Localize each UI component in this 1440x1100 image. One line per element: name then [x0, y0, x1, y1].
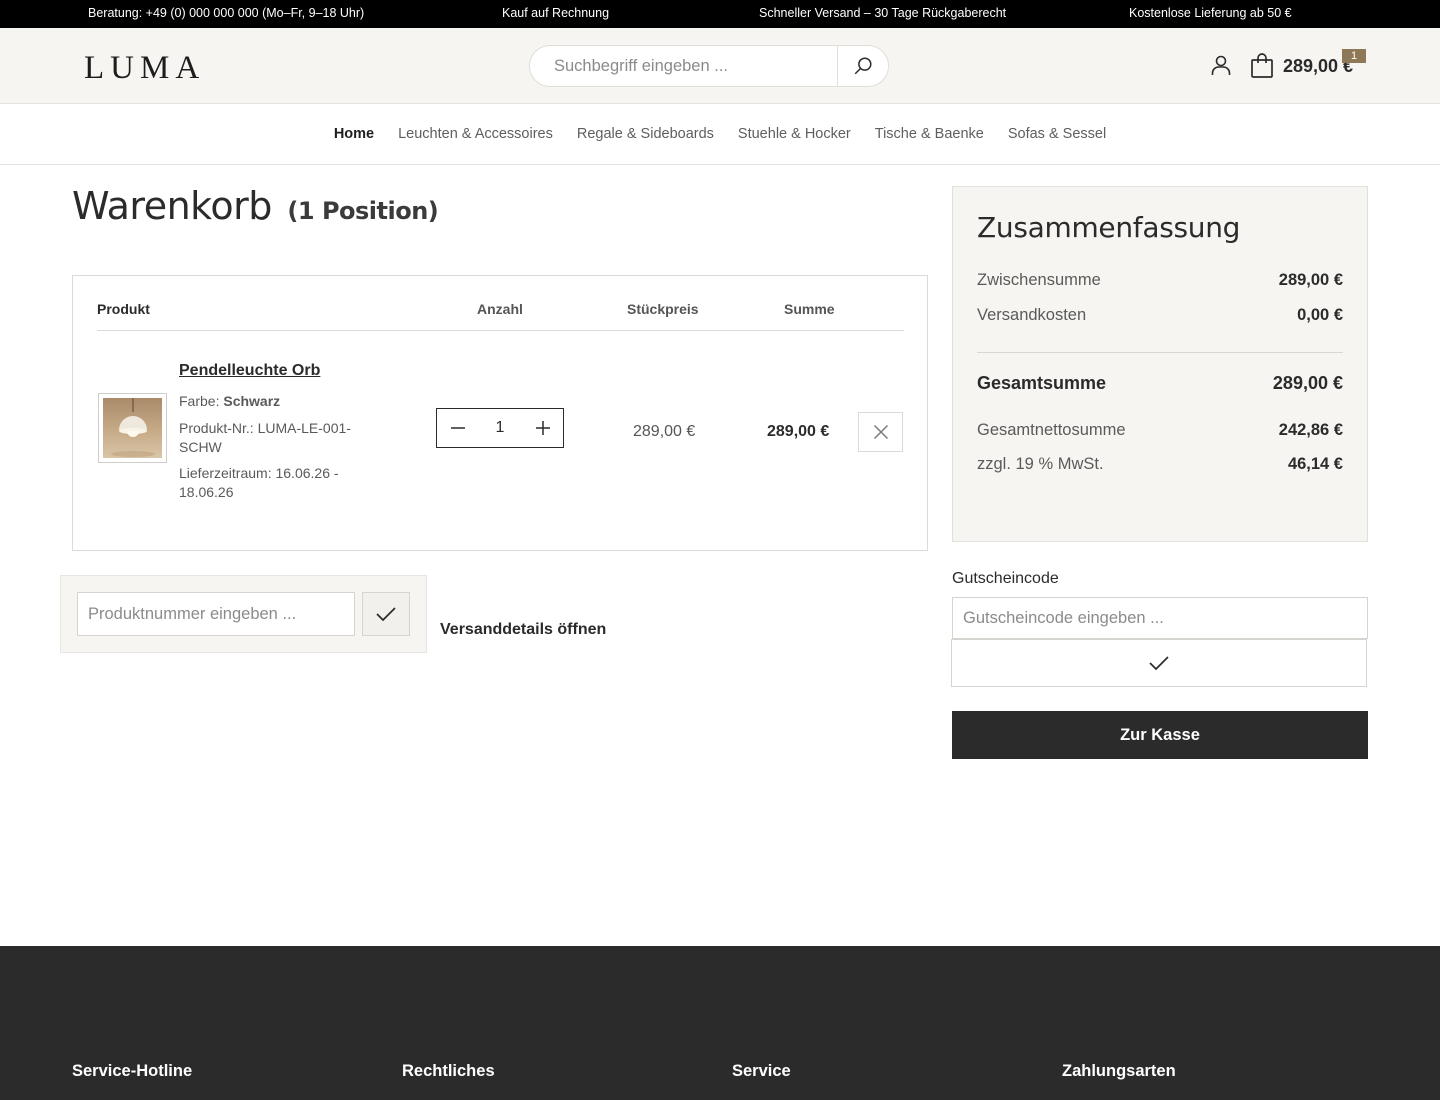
unit-price: 289,00 €	[633, 423, 696, 440]
product-name-link[interactable]: Pendelleuchte Orb	[179, 362, 320, 380]
logo[interactable]: LUMA	[84, 50, 205, 87]
footer-heading-hotline: Service-Hotline	[72, 1062, 193, 1080]
summary-grand-total-row: Gesamtsumme 289,00 €	[977, 373, 1343, 394]
increase-quantity-button[interactable]	[522, 409, 563, 447]
nav-item-sofas[interactable]: Sofas & Sessel	[1008, 126, 1106, 142]
checkmark-icon	[376, 607, 396, 622]
column-header-quantity: Anzahl	[477, 301, 523, 317]
column-header-product: Produkt	[97, 301, 150, 317]
net-total-value: 242,86 €	[1278, 421, 1343, 439]
product-delivery-time: Lieferzeitraum: 16.06.26 - 18.06.26	[179, 465, 339, 500]
product-image[interactable]	[98, 393, 167, 463]
cart-position-count: (1 Position)	[287, 197, 439, 225]
shipping-cost-label: Versandkosten	[977, 306, 1087, 324]
summary-net-row: Gesamtnettosumme 242,86 €	[977, 421, 1343, 440]
site-footer: Service-Hotline Rechtliches Service Zahl…	[0, 946, 1440, 1100]
search-input[interactable]	[530, 46, 838, 86]
minus-icon	[450, 427, 465, 429]
subtotal-value: 289,00 €	[1278, 271, 1343, 289]
quantity-input[interactable]	[478, 409, 522, 447]
account-button[interactable]	[1209, 53, 1233, 77]
checkout-button[interactable]: Zur Kasse	[952, 711, 1368, 759]
net-total-label: Gesamtnettosumme	[977, 421, 1126, 439]
topbar-hotline: Beratung: +49 (0) 000 000 000 (Mo–Fr, 9–…	[88, 6, 365, 20]
product-color-value: Schwarz	[223, 393, 281, 409]
order-summary: Zusammenfassung Zwischensumme 289,00 € V…	[952, 186, 1368, 542]
search-button[interactable]	[837, 46, 888, 86]
product-color: Farbe: Schwarz	[179, 392, 399, 411]
tax-label: zzgl. 19 % MwSt.	[977, 455, 1104, 473]
summary-subtotal-row: Zwischensumme 289,00 €	[977, 271, 1343, 290]
column-header-unit-price: Stückpreis	[627, 301, 699, 317]
coupon-input[interactable]	[952, 597, 1368, 639]
summary-tax-row: zzgl. 19 % MwSt. 46,14 €	[977, 455, 1343, 474]
pendant-lamp-illustration	[111, 398, 155, 457]
search-icon	[854, 57, 872, 75]
quick-add-form	[60, 575, 427, 653]
page-title: Warenkorb (1 Position)	[72, 184, 439, 228]
topbar-free-delivery: Kostenlose Lieferung ab 50 €	[1129, 6, 1292, 20]
topbar-shipping: Schneller Versand – 30 Tage Rückgaberech…	[759, 6, 1007, 20]
grand-total-label: Gesamtsumme	[977, 373, 1107, 393]
tax-value: 46,14 €	[1287, 455, 1343, 473]
user-icon	[1211, 55, 1231, 75]
page-title-text: Warenkorb	[72, 184, 272, 228]
line-total: 289,00 €	[767, 423, 830, 440]
table-header-divider	[97, 330, 904, 331]
grand-total-value: 289,00 €	[1272, 373, 1343, 393]
shopping-bag-icon	[1251, 53, 1273, 78]
top-info-bar: Beratung: +49 (0) 000 000 000 (Mo–Fr, 9–…	[0, 0, 1440, 28]
decrease-quantity-button[interactable]	[437, 409, 478, 447]
quick-add-submit-button[interactable]	[362, 592, 410, 636]
footer-heading-service: Service	[732, 1062, 791, 1080]
product-sku: Produkt-Nr.: LUMA-LE-001-SCHW	[179, 420, 351, 455]
cart-table: Produkt Anzahl Stückpreis Summe Pendelle…	[72, 275, 928, 551]
nav-item-regale[interactable]: Regale & Sideboards	[577, 126, 714, 142]
nav-item-leuchten[interactable]: Leuchten & Accessoires	[398, 126, 553, 142]
column-header-total: Summe	[784, 301, 835, 317]
shipping-cost-value: 0,00 €	[1297, 306, 1343, 324]
footer-heading-payment: Zahlungsarten	[1062, 1062, 1176, 1080]
product-number-input[interactable]	[77, 592, 355, 636]
shipping-details-link[interactable]: Versanddetails öffnen	[440, 621, 606, 639]
topbar-invoice: Kauf auf Rechnung	[502, 6, 610, 20]
nav-item-tische[interactable]: Tische & Baenke	[875, 126, 984, 142]
plus-icon	[535, 421, 550, 435]
nav-item-stuehle[interactable]: Stuehle & Hocker	[738, 126, 851, 142]
product-color-label: Farbe:	[179, 393, 220, 409]
subtotal-label: Zwischensumme	[977, 271, 1101, 289]
summary-divider	[977, 352, 1343, 353]
close-icon	[873, 424, 888, 440]
footer-heading-legal: Rechtliches	[402, 1062, 495, 1080]
nav-item-home[interactable]: Home	[334, 126, 374, 142]
cart-button[interactable]: 289,00 €	[1250, 52, 1353, 80]
summary-title: Zusammenfassung	[977, 211, 1241, 244]
checkmark-icon	[1149, 656, 1169, 671]
main-navigation: Home Leuchten & Accessoires Regale & Sid…	[0, 104, 1440, 165]
cart-count-badge: 1	[1342, 49, 1366, 63]
search-bar	[529, 45, 889, 87]
coupon-label: Gutscheincode	[952, 570, 1059, 587]
coupon-submit-button[interactable]	[951, 639, 1367, 687]
remove-item-button[interactable]	[858, 412, 903, 452]
quantity-stepper	[436, 408, 564, 448]
summary-shipping-row: Versandkosten 0,00 €	[977, 306, 1343, 325]
